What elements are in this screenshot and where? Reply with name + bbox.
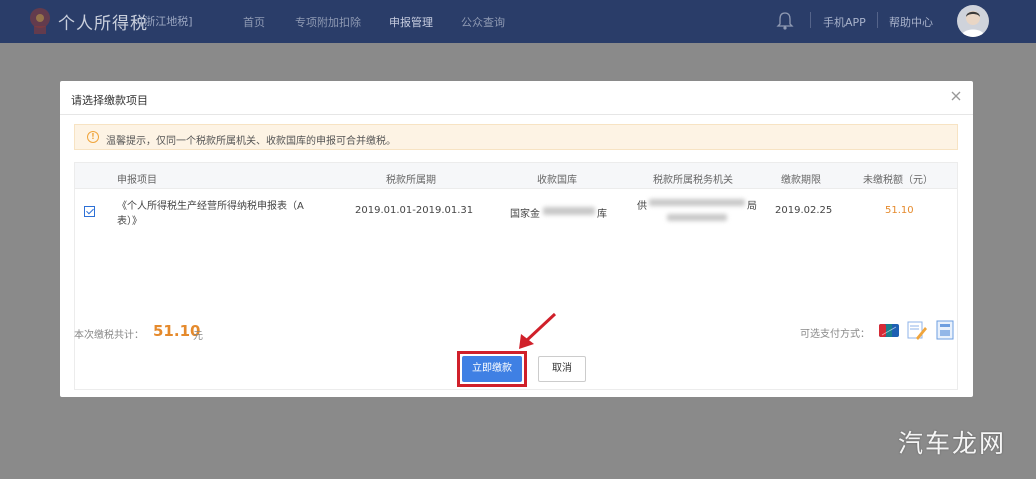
col-header-period: 税款所属期 — [386, 175, 436, 186]
print-pay-icon[interactable] — [934, 319, 956, 341]
authority-suffix: 局 — [747, 201, 757, 212]
nav-filing-management[interactable]: 申报管理 — [389, 14, 433, 30]
bell-icon[interactable] — [776, 11, 794, 31]
app-title: 个人所得税 — [58, 14, 148, 34]
item-name-line1: 《个人所得税生产经营所得纳税申报表（A — [117, 201, 304, 212]
redacted-authority-line2 — [667, 214, 727, 221]
unpaid-amount: 51.10 — [885, 205, 914, 216]
dialog-header: 请选择缴款项目 — [60, 81, 973, 115]
authority-prefix: 供 — [637, 201, 647, 212]
treasury-prefix: 国家金 — [510, 209, 540, 220]
nav-divider — [810, 12, 811, 28]
col-header-item: 申报项目 — [117, 175, 157, 186]
user-avatar-icon — [961, 11, 985, 37]
col-header-deadline: 缴款期限 — [781, 175, 821, 186]
row-checkbox[interactable] — [84, 206, 95, 217]
redacted-authority-line1 — [649, 199, 745, 206]
help-center-link[interactable]: 帮助中心 — [889, 14, 933, 30]
avatar[interactable] — [957, 5, 989, 37]
select-payment-dialog: 请选择缴款项目 ! 温馨提示，仅同一个税款所属机关、收款国库的申报可合并缴税。 … — [60, 81, 973, 397]
info-icon: ! — [87, 131, 99, 143]
total-label: 本次缴税共计： — [74, 330, 144, 341]
col-header-authority: 税款所属税务机关 — [653, 175, 733, 186]
pay-now-button[interactable]: 立即缴款 — [462, 356, 522, 382]
payment-deadline: 2019.02.25 — [775, 205, 833, 216]
region-label: [浙江地税] — [140, 15, 193, 28]
close-icon[interactable] — [949, 89, 963, 103]
pay-methods-label: 可选支付方式： — [800, 329, 870, 340]
tax-emblem-icon — [30, 8, 50, 34]
dialog-title: 请选择缴款项目 — [71, 94, 148, 107]
treasury-suffix: 库 — [597, 209, 607, 220]
item-name-line2: 表）》 — [117, 216, 142, 227]
nav-divider — [877, 12, 878, 28]
mobile-app-link[interactable]: 手机APP — [823, 14, 866, 30]
total-unit: 元 — [193, 331, 203, 342]
redacted-treasury — [543, 207, 595, 215]
nav-public-query[interactable]: 公众查询 — [461, 14, 505, 30]
col-header-treasury: 收款国库 — [537, 175, 577, 186]
nav-home[interactable]: 首页 — [243, 14, 265, 30]
cancel-button[interactable]: 取消 — [538, 356, 586, 382]
nav-special-deduction[interactable]: 专项附加扣除 — [295, 14, 361, 30]
watermark: 汽车龙网 — [898, 429, 1007, 458]
tax-period: 2019.01.01-2019.01.31 — [355, 205, 474, 216]
table-header: 申报项目 税款所属期 收款国库 税款所属税务机关 缴款期限 未缴税额（元） — [75, 163, 957, 189]
tip-text: 温馨提示，仅同一个税款所属机关、收款国库的申报可合并缴税。 — [106, 136, 396, 147]
unionpay-icon[interactable] — [878, 319, 900, 341]
edit-pay-icon[interactable] — [906, 319, 928, 341]
top-nav-bar: 个人所得税 [浙江地税] 首页 专项附加扣除 申报管理 公众查询 手机APP 帮… — [0, 0, 1036, 43]
col-header-unpaid: 未缴税额（元） — [863, 175, 933, 186]
table-row[interactable]: 《个人所得税生产经营所得纳税申报表（A 表）》 2019.01.01-2019.… — [75, 190, 957, 234]
tip-banner: ! 温馨提示，仅同一个税款所属机关、收款国库的申报可合并缴税。 — [74, 124, 958, 150]
